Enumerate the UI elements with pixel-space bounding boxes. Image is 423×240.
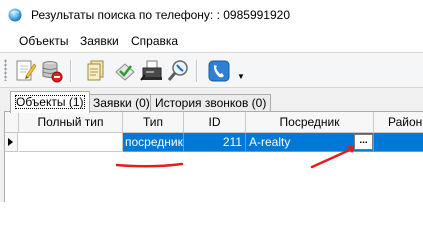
- toolbar-grip[interactable]: [4, 59, 7, 81]
- window-title: Результаты поиска по телефону: : 0985991…: [31, 8, 290, 22]
- tab-objects-label: Объекты (1): [15, 95, 85, 109]
- intermediary-ellipsis-button[interactable]: ...: [354, 134, 373, 150]
- column-header-full-type[interactable]: Полный тип: [19, 112, 123, 132]
- row-indicator-header: [5, 112, 19, 132]
- new-document-icon[interactable]: [12, 58, 38, 84]
- toolbar-overflow-chevron-down-icon[interactable]: ▼: [237, 73, 245, 81]
- cell-district[interactable]: [374, 133, 423, 152]
- results-grid: Полный тип Тип ID Посредник Район посред…: [4, 111, 423, 202]
- documents-icon[interactable]: [84, 58, 110, 84]
- search-results-window: Результаты поиска по телефону: : 0985991…: [0, 0, 423, 202]
- app-globe-icon: [8, 8, 22, 22]
- column-header-type[interactable]: Тип: [123, 112, 184, 132]
- delete-database-icon[interactable]: [39, 58, 65, 84]
- tab-strip: Объекты (1) Заявки (0) История звонков (…: [0, 88, 423, 113]
- search-phone-icon[interactable]: [166, 58, 192, 84]
- tab-call-history-label: История звонков (0): [155, 96, 267, 110]
- cell-type[interactable]: посредник: [123, 133, 184, 152]
- phone-icon[interactable]: [206, 58, 232, 84]
- column-header-intermediary[interactable]: Посредник: [246, 112, 374, 132]
- toolbar-separator: [70, 60, 72, 82]
- tab-requests[interactable]: Заявки (0): [88, 94, 155, 112]
- toolbar: ▼: [0, 53, 423, 88]
- tab-call-history[interactable]: История звонков (0): [150, 94, 272, 112]
- tab-objects[interactable]: Объекты (1): [10, 91, 90, 113]
- fax-icon[interactable]: [139, 58, 165, 84]
- column-header-district[interactable]: Район: [374, 112, 423, 132]
- title-bar[interactable]: Результаты поиска по телефону: : 0985991…: [0, 0, 423, 30]
- menu-item-requests[interactable]: Заявки: [80, 34, 119, 48]
- column-header-id[interactable]: ID: [184, 112, 246, 132]
- cell-id[interactable]: 211: [184, 133, 246, 152]
- row-indicator[interactable]: [5, 133, 18, 152]
- tab-requests-label: Заявки (0): [93, 96, 150, 110]
- menu-item-objects[interactable]: Объекты: [19, 34, 69, 48]
- check-stamp-icon[interactable]: [112, 58, 138, 84]
- cell-full-type[interactable]: [19, 133, 123, 152]
- grid-header: Полный тип Тип ID Посредник Район: [5, 112, 423, 133]
- toolbar-separator: [196, 60, 198, 82]
- menu-item-help[interactable]: Справка: [131, 34, 178, 48]
- menu-bar: Объекты Заявки Справка: [0, 30, 423, 53]
- current-row-arrow-icon: [8, 138, 13, 146]
